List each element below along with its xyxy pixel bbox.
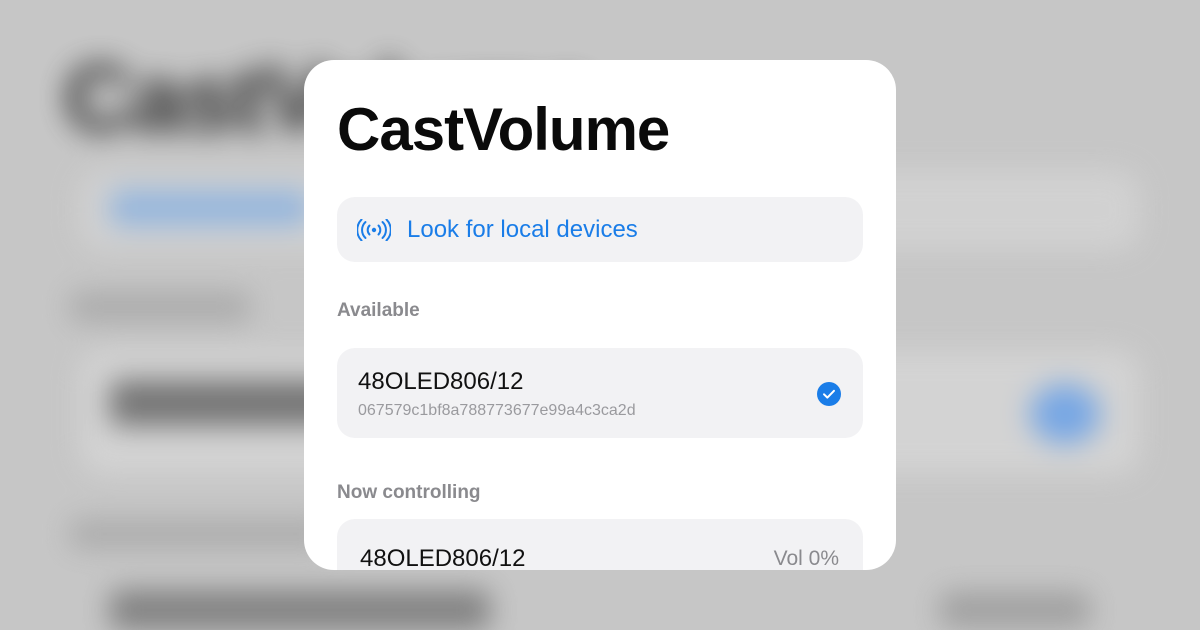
controlling-device-row[interactable]: 48OLED806/12 Vol 0% bbox=[337, 519, 863, 570]
device-name: 48OLED806/12 bbox=[358, 368, 524, 395]
background-bottom-text bbox=[110, 590, 490, 630]
background-pill-text bbox=[110, 190, 310, 226]
background-label bbox=[70, 292, 250, 322]
now-controlling-section-label: Now controlling bbox=[337, 482, 481, 503]
available-section-label: Available bbox=[337, 300, 420, 321]
app-title: CastVolume bbox=[337, 96, 670, 163]
controlling-device-name: 48OLED806/12 bbox=[360, 545, 526, 570]
available-device-row[interactable]: 48OLED806/12 067579c1bf8a788773677e99a4c… bbox=[337, 348, 863, 438]
look-for-devices-label: Look for local devices bbox=[407, 215, 638, 243]
background-check bbox=[1030, 384, 1100, 444]
volume-label: Vol 0% bbox=[773, 547, 839, 570]
checkmark-circle-icon bbox=[817, 382, 841, 406]
background-label-2 bbox=[70, 520, 330, 548]
background-bottom-right bbox=[940, 592, 1090, 628]
app-card: CastVolume Look for local devices Availa… bbox=[304, 60, 896, 570]
look-for-devices-button[interactable]: Look for local devices bbox=[337, 197, 863, 262]
broadcast-icon bbox=[357, 218, 391, 241]
device-id: 067579c1bf8a788773677e99a4c3ca2d bbox=[358, 402, 636, 419]
